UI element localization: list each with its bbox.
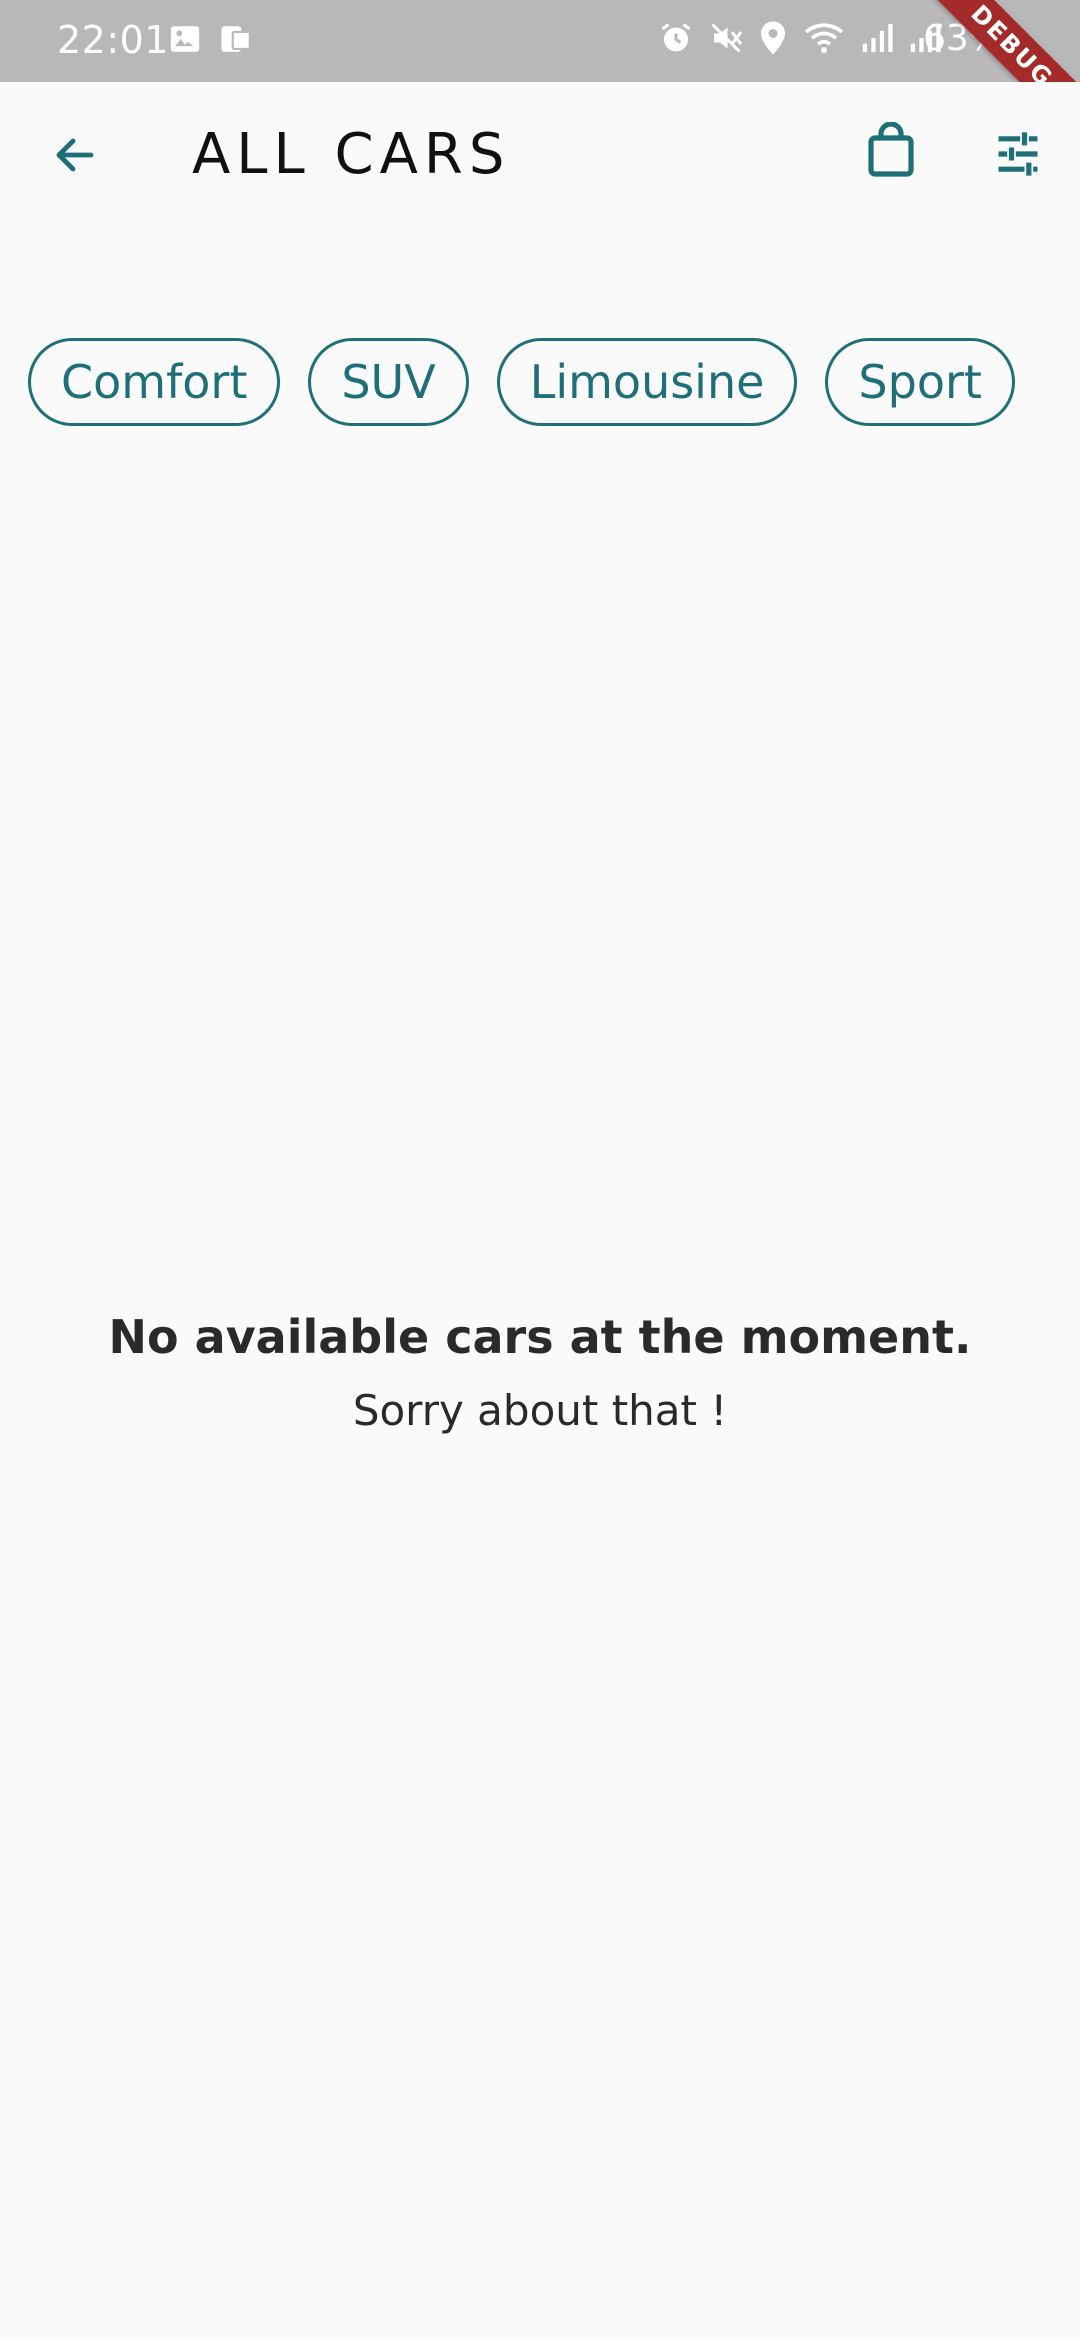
empty-state: No available cars at the moment. Sorry a… bbox=[0, 1310, 1080, 1435]
chip-suv[interactable]: SUV bbox=[308, 338, 469, 426]
wifi-icon bbox=[802, 20, 846, 60]
arrow-left-icon bbox=[51, 131, 99, 183]
category-chips: Comfort SUV Limousine Sport bbox=[28, 338, 1015, 426]
mute-icon bbox=[708, 20, 744, 60]
empty-state-title: No available cars at the moment. bbox=[108, 1310, 972, 1364]
signal-icon bbox=[860, 20, 894, 60]
status-time: 22:01 bbox=[57, 18, 170, 62]
status-bar: 22:01 63% DEBUG bbox=[0, 0, 1080, 82]
page-title: ALL CARS bbox=[192, 122, 511, 187]
chip-limousine[interactable]: Limousine bbox=[496, 338, 798, 426]
image-icon bbox=[168, 22, 202, 60]
cart-button[interactable] bbox=[856, 112, 926, 192]
status-right-icons bbox=[658, 20, 942, 60]
filter-button[interactable] bbox=[980, 118, 1056, 194]
status-left-icons bbox=[168, 22, 256, 60]
chip-comfort[interactable]: Comfort bbox=[28, 338, 281, 426]
alarm-icon bbox=[658, 20, 694, 60]
cast-icon bbox=[218, 22, 256, 60]
location-icon bbox=[758, 20, 788, 60]
app-bar: ALL CARS bbox=[0, 82, 1080, 232]
shopping-bag-icon bbox=[867, 121, 915, 182]
chip-sport[interactable]: Sport bbox=[825, 338, 1015, 426]
empty-state-subtitle: Sorry about that ! bbox=[352, 1386, 728, 1435]
back-button[interactable] bbox=[40, 122, 110, 192]
tune-icon bbox=[992, 128, 1044, 184]
